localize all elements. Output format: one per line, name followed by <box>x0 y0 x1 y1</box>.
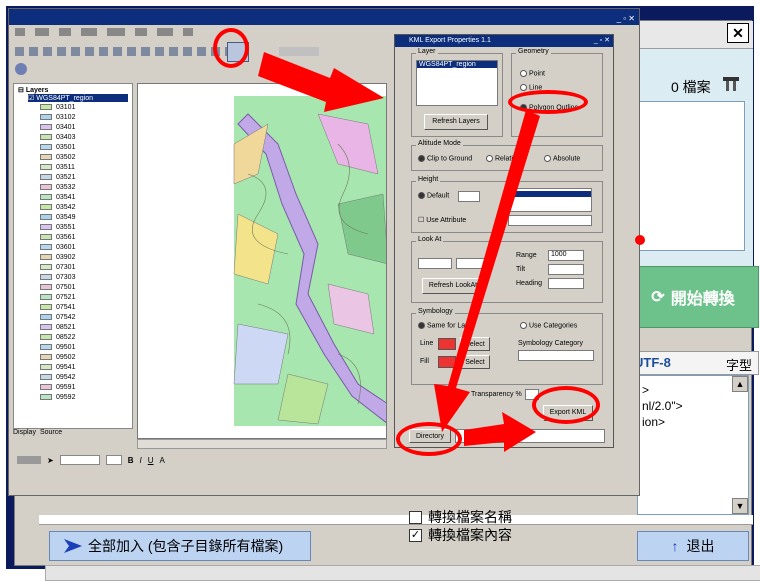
screenshot-stage: ✕ 0 檔案 ⟳ 開始轉換 UTF-8 字型 > nl/2.0"> ion> ▲… <box>0 0 760 581</box>
annotation-dot <box>635 235 645 245</box>
arrow-toolbar-right-icon <box>258 52 384 112</box>
annotation-arrows <box>258 52 645 452</box>
arrow-polygon-down-icon <box>434 110 540 432</box>
arrow-directory-right-icon <box>464 412 536 452</box>
